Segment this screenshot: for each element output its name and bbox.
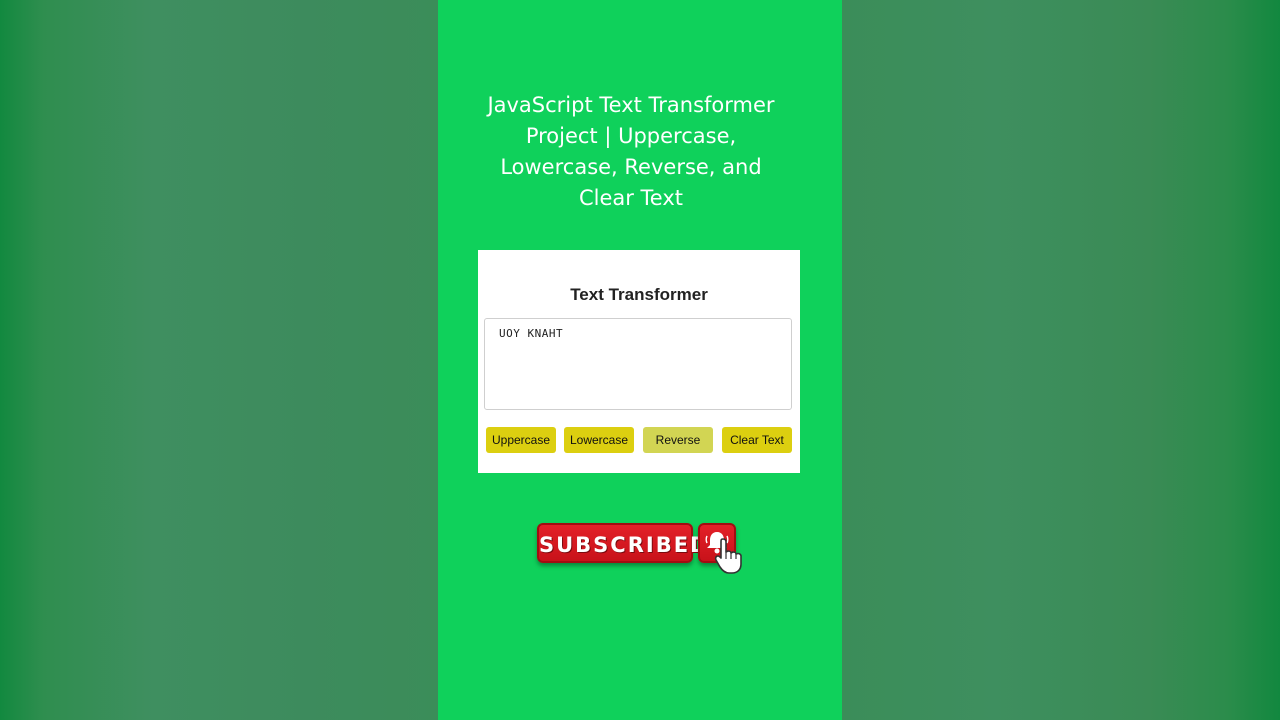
subscribe-overlay: SUBSCRIBED: [537, 523, 752, 575]
text-transformer-card: Text Transformer UOY KNAHT Uppercase Low…: [478, 250, 800, 473]
uppercase-button[interactable]: Uppercase: [486, 427, 556, 453]
hand-pointer-icon: [713, 535, 749, 575]
subscribed-button[interactable]: SUBSCRIBED: [537, 523, 708, 563]
video-frame: JavaScript Text Transformer Project | Up…: [438, 0, 842, 720]
background-right: [842, 0, 1280, 720]
app-heading: Text Transformer: [570, 285, 708, 304]
text-input-area[interactable]: UOY KNAHT: [484, 318, 792, 410]
clear-text-button[interactable]: Clear Text: [722, 427, 792, 453]
lowercase-button[interactable]: Lowercase: [564, 427, 634, 453]
action-buttons: Uppercase Lowercase Reverse Clear Text: [486, 427, 794, 453]
video-title: JavaScript Text Transformer Project | Up…: [487, 93, 775, 210]
background-left: [0, 0, 438, 720]
reverse-button[interactable]: Reverse: [643, 427, 713, 453]
